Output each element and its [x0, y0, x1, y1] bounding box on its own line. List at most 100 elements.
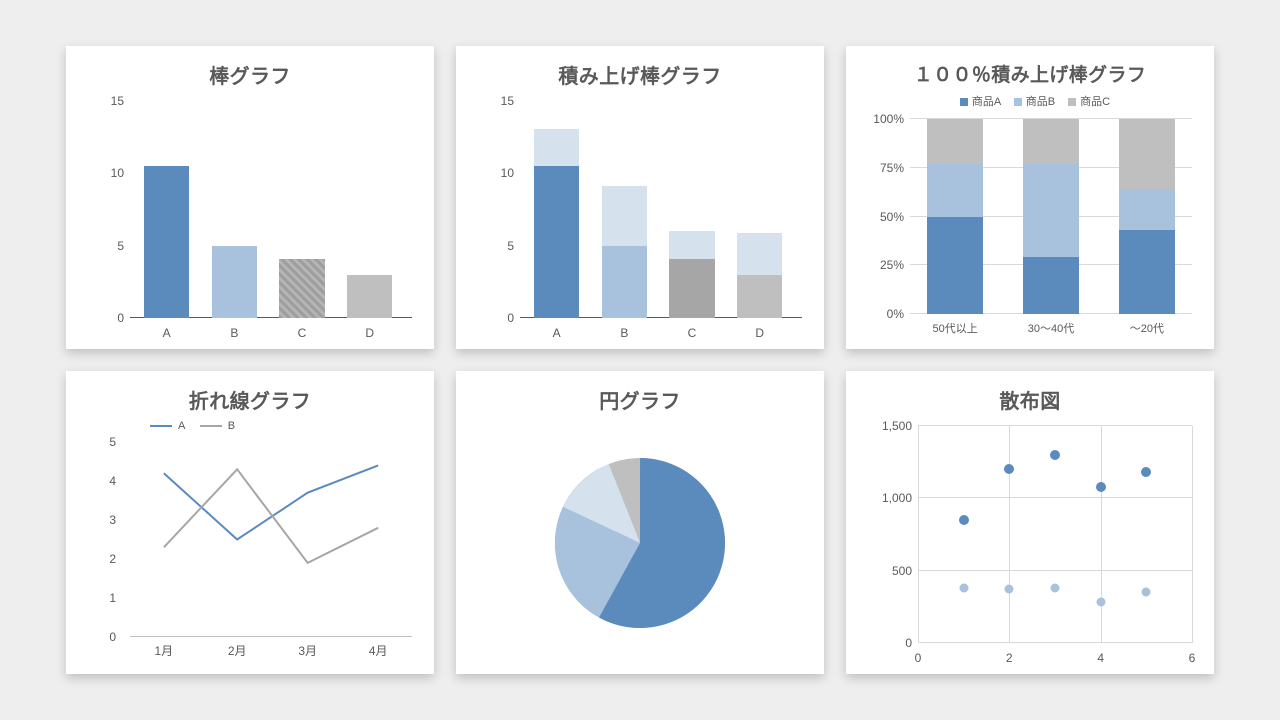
bar-A	[144, 166, 189, 318]
gridline	[918, 497, 1192, 498]
bar-B	[212, 246, 257, 318]
vgrid	[918, 426, 919, 643]
gridline	[918, 642, 1192, 643]
ytick: 2	[82, 552, 116, 566]
bar-chart-plot: 15 10 5 0 A B C D	[80, 95, 420, 340]
xtick: 4月	[369, 642, 388, 659]
chart-title: 棒グラフ	[80, 60, 420, 89]
legend-swatch	[960, 98, 968, 106]
bar-C-bottom	[669, 259, 714, 318]
xtick: 50代以上	[932, 320, 977, 336]
vgrid	[1192, 426, 1193, 643]
xtick: B	[230, 326, 238, 340]
chart-title: 円グラフ	[470, 385, 810, 414]
ytick: 500	[862, 564, 912, 578]
xtick: 3月	[298, 642, 317, 659]
ytick: 1	[82, 591, 116, 605]
legend-swatch	[1068, 98, 1076, 106]
scatter-point	[1051, 584, 1060, 593]
legend-swatch	[150, 425, 172, 427]
pie-svg	[555, 458, 725, 628]
ytick: 0	[82, 311, 124, 325]
bar-cat2-A	[1023, 257, 1079, 314]
ytick: 1,500	[862, 419, 912, 433]
ytick: 0	[862, 636, 912, 650]
xtick: 6	[1189, 651, 1196, 665]
chart-title: 折れ線グラフ	[80, 385, 420, 414]
axes	[130, 442, 412, 637]
ytick: 5	[82, 239, 124, 253]
ytick: 75%	[862, 161, 904, 175]
card-stacked-bar: 積み上げ棒グラフ 15 10	[456, 46, 824, 349]
ytick: 0%	[862, 307, 904, 321]
scatter-point	[1142, 588, 1151, 597]
xtick: A	[163, 326, 171, 340]
xtick: 4	[1097, 651, 1104, 665]
pct-stacked-plot: 0% 25% 50% 75% 100% 50代以上 30～40代 ～20代	[860, 113, 1200, 336]
pie-chart-plot	[470, 420, 810, 665]
vgrid	[1009, 426, 1010, 643]
ytick: 25%	[862, 258, 904, 272]
bar-B-bottom	[602, 246, 647, 318]
bar-cat1-A	[927, 217, 983, 315]
xtick: C	[688, 326, 697, 340]
scatter-point	[1096, 598, 1105, 607]
ytick: 0	[82, 630, 116, 644]
legend-label: 商品C	[1080, 96, 1110, 108]
legend-label: A	[178, 420, 185, 432]
chart-title: 散布図	[860, 385, 1200, 414]
legend-label: 商品B	[1026, 96, 1055, 108]
card-bar-chart: 棒グラフ 15 10 5 0 A B C D	[66, 46, 434, 349]
scatter-point	[959, 584, 968, 593]
ytick: 0	[472, 311, 514, 325]
scatter-point	[1096, 482, 1106, 492]
scatter-point	[959, 515, 969, 525]
scatter-point	[1005, 585, 1014, 594]
gridline	[918, 570, 1192, 571]
bar-A-bottom	[534, 166, 579, 318]
stacked-bar-plot: 15 10 5 0 A B C D	[470, 95, 810, 340]
legend-swatch	[1014, 98, 1022, 106]
scatter-point	[1141, 467, 1151, 477]
ytick: 5	[472, 239, 514, 253]
ytick: 15	[82, 94, 124, 108]
ytick: 10	[472, 166, 514, 180]
legend-swatch	[200, 425, 222, 427]
axes	[918, 426, 1192, 643]
ytick: 5	[82, 435, 116, 449]
ytick: 50%	[862, 210, 904, 224]
ytick: 15	[472, 94, 514, 108]
scatter-plot: 0 500 1,000 1,500 0 2 4 6	[860, 420, 1200, 665]
card-pie-chart: 円グラフ	[456, 371, 824, 674]
xtick: D	[365, 326, 374, 340]
legend: 商品A 商品B 商品C	[860, 93, 1200, 109]
ytick: 4	[82, 474, 116, 488]
legend-label: 商品A	[972, 96, 1001, 108]
xtick: C	[298, 326, 307, 340]
ytick: 3	[82, 513, 116, 527]
chart-title: １００％積み上げ棒グラフ	[860, 60, 1200, 87]
scatter-point	[1050, 450, 1060, 460]
xtick: 0	[915, 651, 922, 665]
axes	[910, 119, 1192, 314]
xtick: 30～40代	[1028, 320, 1074, 336]
vgrid	[1101, 426, 1102, 643]
card-pct-stacked: １００％積み上げ棒グラフ 商品A 商品B 商品C	[846, 46, 1214, 349]
axes	[130, 101, 412, 318]
legend: A B	[138, 420, 420, 432]
ytick: 10	[82, 166, 124, 180]
xtick: D	[755, 326, 764, 340]
line-svg	[130, 442, 412, 637]
card-scatter: 散布図	[846, 371, 1214, 674]
legend-label: B	[228, 420, 235, 432]
xtick: 2	[1006, 651, 1013, 665]
xtick: ～20代	[1130, 320, 1164, 336]
chart-title: 積み上げ棒グラフ	[470, 60, 810, 89]
card-line-chart: 折れ線グラフ A B 0 1 2 3 4 5 1月	[66, 371, 434, 674]
bar-cat3-A	[1119, 230, 1175, 314]
xtick: A	[553, 326, 561, 340]
ytick: 1,000	[862, 491, 912, 505]
scatter-point	[1004, 464, 1014, 474]
ytick: 100%	[862, 112, 904, 126]
line-chart-plot: 0 1 2 3 4 5 1月 2月 3月 4月	[80, 436, 420, 659]
